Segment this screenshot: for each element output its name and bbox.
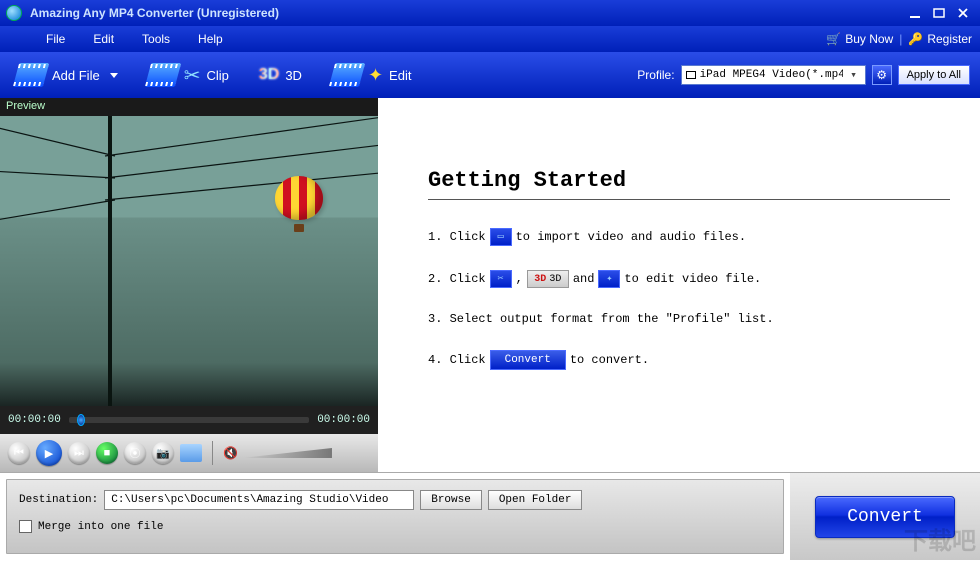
maximize-button[interactable] <box>928 5 950 21</box>
destination-area: Destination: C:\Users\pc\Documents\Amazi… <box>6 479 784 554</box>
playback-controls: ⏮ ▶ ⏭ ■ ⦿ 📷 🔇 <box>0 434 378 472</box>
step-4: 4. Click Convert to convert. <box>428 350 950 370</box>
open-snapshot-folder-button[interactable] <box>180 444 202 462</box>
3d-label: 3D <box>285 68 302 83</box>
buy-now-label: Buy Now <box>845 32 893 46</box>
step-3: 3. Select output format from the "Profil… <box>428 312 950 326</box>
volume-slider[interactable] <box>242 448 332 458</box>
settings-button[interactable]: ⚙ <box>872 65 892 85</box>
gear-icon: ⚙ <box>876 68 887 82</box>
stop-button[interactable]: ■ <box>96 442 118 464</box>
titlebar: Amazing Any MP4 Converter (Unregistered) <box>0 0 980 26</box>
convert-button[interactable]: Convert <box>815 496 955 538</box>
3d-icon: 3D <box>259 66 279 84</box>
getting-started-pane: Getting Started 1. Click ▭ to import vid… <box>378 98 980 472</box>
step-2: 2. Click ✂ , 3D3D and ✦ to edit video fi… <box>428 270 950 288</box>
apply-to-all-button[interactable]: Apply to All <box>898 65 970 85</box>
add-file-button[interactable]: Add File <box>10 59 124 91</box>
film-clip-icon <box>144 63 180 87</box>
chevron-down-icon: ▾ <box>847 68 861 82</box>
preview-header: Preview <box>0 98 378 116</box>
open-folder-button[interactable]: Open Folder <box>488 490 583 510</box>
convert-area: Convert <box>790 473 980 560</box>
getting-started-heading: Getting Started <box>428 168 950 200</box>
profile-label: Profile: <box>637 68 674 82</box>
step-1: 1. Click ▭ to import video and audio fil… <box>428 228 950 246</box>
seek-thumb[interactable] <box>77 414 85 426</box>
app-logo-icon <box>6 5 22 21</box>
destination-input[interactable]: C:\Users\pc\Documents\Amazing Studio\Vid… <box>104 490 414 510</box>
merge-label: Merge into one file <box>38 521 163 533</box>
convert-label: Convert <box>847 507 923 527</box>
play-button[interactable]: ▶ <box>36 440 62 466</box>
menubar: File Edit Tools Help 🛒 Buy Now | 🔑 Regis… <box>0 26 980 52</box>
add-file-mini-icon: ▭ <box>490 228 512 246</box>
open-folder-label: Open Folder <box>499 494 572 506</box>
pole-shape <box>108 116 112 406</box>
separator: | <box>899 32 902 46</box>
minimize-button[interactable] <box>904 5 926 21</box>
destination-value: C:\Users\pc\Documents\Amazing Studio\Vid… <box>111 494 388 506</box>
register-button[interactable]: 🔑 Register <box>908 32 972 46</box>
edit-button[interactable]: ✦ Edit <box>326 59 418 91</box>
menu-edit[interactable]: Edit <box>87 28 120 50</box>
browse-button[interactable]: Browse <box>420 490 482 510</box>
register-label: Register <box>927 32 972 46</box>
menu-tools[interactable]: Tools <box>136 28 176 50</box>
step-text: to import video and audio files. <box>516 230 746 244</box>
step-text: 1. Click <box>428 230 486 244</box>
mute-icon[interactable]: 🔇 <box>223 446 238 460</box>
menu-help[interactable]: Help <box>192 28 229 50</box>
close-button[interactable] <box>952 5 974 21</box>
format-icon <box>686 71 696 79</box>
balloon-image <box>275 176 323 234</box>
step-text: 2. Click <box>428 272 486 286</box>
step-text: 3. Select output format from the "Profil… <box>428 312 774 326</box>
step-text: 4. Click <box>428 353 486 367</box>
buy-now-button[interactable]: 🛒 Buy Now <box>826 32 893 46</box>
clip-mini-icon: ✂ <box>490 270 512 288</box>
apply-to-all-label: Apply to All <box>907 69 961 81</box>
preview-pane: Preview 00:00:00 00:00:00 ⏮ ▶ ⏭ ■ <box>0 98 378 472</box>
profile-value: iPad MPEG4 Video(*.mp4) <box>700 69 843 81</box>
snapshot-button[interactable]: 📷 <box>152 442 174 464</box>
profile-select[interactable]: iPad MPEG4 Video(*.mp4) ▾ <box>681 65 866 85</box>
cart-icon: 🛒 <box>826 32 841 46</box>
prev-button[interactable]: ⏮ <box>8 442 30 464</box>
film-icon <box>13 63 49 87</box>
separator <box>212 441 213 465</box>
chevron-down-icon <box>110 73 118 78</box>
seek-slider[interactable] <box>69 417 309 423</box>
film-edit-icon <box>329 63 365 87</box>
step-button[interactable]: ⦿ <box>124 442 146 464</box>
convert-mini-button: Convert <box>490 350 566 370</box>
add-file-label: Add File <box>52 68 100 83</box>
destination-label: Destination: <box>19 494 98 506</box>
clip-label: Clip <box>206 68 228 83</box>
bottombar: Destination: C:\Users\pc\Documents\Amazi… <box>0 472 980 560</box>
key-icon: 🔑 <box>908 32 923 46</box>
time-current: 00:00:00 <box>8 414 61 426</box>
step-text: to edit video file. <box>624 272 761 286</box>
step-text: and <box>573 272 595 286</box>
3d-mini-icon: 3D3D <box>527 270 569 288</box>
wand-icon: ✦ <box>368 65 383 86</box>
time-bar: 00:00:00 00:00:00 <box>0 406 378 434</box>
next-button[interactable]: ⏭ <box>68 442 90 464</box>
toolbar: Add File ✂ Clip 3D 3D ✦ Edit Profile: iP… <box>0 52 980 98</box>
menu-file[interactable]: File <box>40 28 71 50</box>
clip-button[interactable]: ✂ Clip <box>142 59 235 92</box>
step-text: , <box>516 272 523 286</box>
3d-button[interactable]: 3D 3D <box>253 62 308 88</box>
scissor-icon: ✂ <box>184 63 201 88</box>
edit-label: Edit <box>389 68 411 83</box>
3d-mini-label: 3D <box>549 274 561 285</box>
time-total: 00:00:00 <box>317 414 370 426</box>
preview-image <box>0 116 378 406</box>
edit-mini-icon: ✦ <box>598 270 620 288</box>
window-title: Amazing Any MP4 Converter (Unregistered) <box>30 6 904 20</box>
browse-label: Browse <box>431 494 471 506</box>
merge-checkbox[interactable] <box>19 520 32 533</box>
step-text: to convert. <box>570 353 649 367</box>
